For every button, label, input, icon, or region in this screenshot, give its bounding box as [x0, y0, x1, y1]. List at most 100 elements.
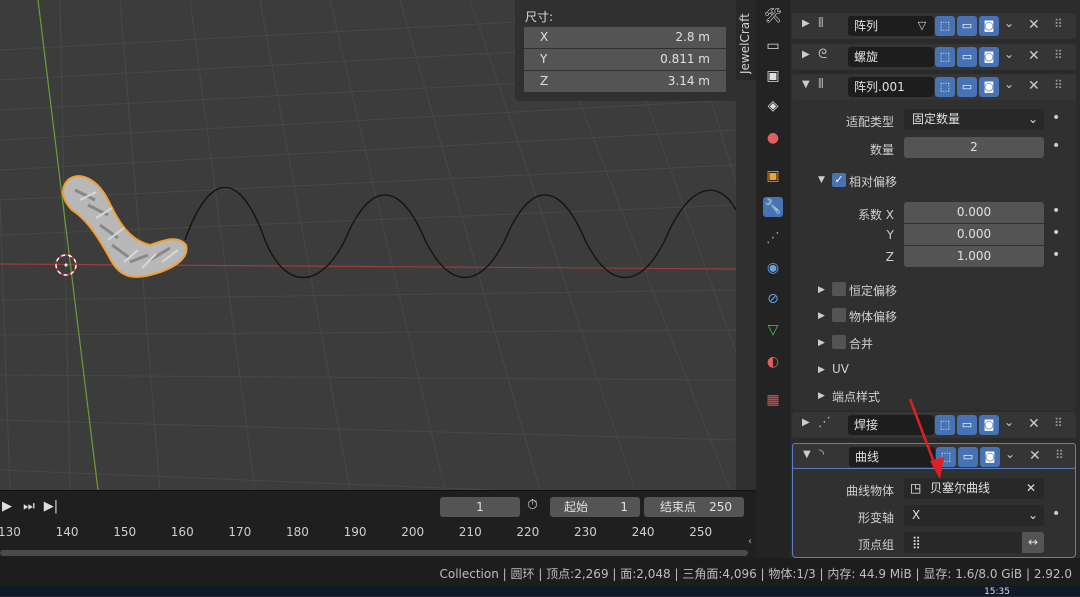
tool-icon[interactable]: 🛠 — [763, 6, 783, 26]
modifier-name-field[interactable]: 螺旋 — [848, 47, 934, 67]
current-frame-field[interactable]: 1 — [440, 497, 520, 517]
fit-type-label: 适配类型 — [845, 115, 894, 129]
object-offset-checkbox[interactable] — [832, 308, 846, 322]
modifier-name-field[interactable]: 阵列.001 — [848, 77, 934, 97]
render-camera-icon[interactable]: ◙ — [979, 16, 999, 36]
render-icon[interactable]: ▭ — [763, 36, 783, 56]
object-icon[interactable]: ▣ — [763, 166, 783, 186]
merge-checkbox[interactable] — [832, 335, 846, 349]
chevron-down-icon[interactable]: ⌄ — [1004, 47, 1014, 61]
expand-triangle-icon[interactable]: ▶ — [818, 391, 825, 401]
os-taskbar — [0, 586, 1080, 596]
factor-y-field[interactable]: 0.000 — [904, 224, 1044, 245]
view-layer-icon[interactable]: ◈ — [763, 96, 783, 116]
factor-x-field[interactable]: 0.000 — [904, 202, 1044, 223]
material-icon[interactable]: ◐ — [763, 352, 783, 372]
dimension-x-field[interactable]: X 2.8 m — [524, 27, 726, 48]
edit-mode-icon[interactable]: ⬚ — [935, 47, 955, 67]
caps-subpanel-label[interactable]: 端点样式 — [832, 388, 880, 405]
chevron-down-icon[interactable]: ⌄ — [1005, 447, 1015, 461]
vertex-group-field[interactable]: ⣿ — [904, 532, 1022, 553]
dimensions-panel: 尺寸: X 2.8 m Y 0.811 m Z 3.14 m — [515, 0, 736, 101]
expand-triangle-icon[interactable]: ▶ — [818, 338, 825, 348]
expand-triangle-icon[interactable]: ▶ — [818, 285, 825, 295]
end-frame-field[interactable]: 结束点 250 — [644, 497, 744, 517]
expand-triangle-icon[interactable]: ▶ — [802, 18, 810, 29]
timeline-scrollbar[interactable] — [0, 550, 748, 556]
on-cage-icon[interactable]: ▽ — [912, 16, 932, 36]
factor-z-field[interactable]: 1.000 — [904, 246, 1044, 267]
texture-icon[interactable]: ▦ — [763, 390, 783, 410]
expand-triangle-icon[interactable]: ▶ — [818, 365, 825, 375]
timeline[interactable]: ▶ ⏭ ▶| 1 ⏱ 起始 1 结束点 250 130 140 150 160 170 1… — [0, 490, 756, 558]
constant-offset-checkbox[interactable] — [832, 282, 846, 296]
uv-subpanel-label[interactable]: UV — [832, 362, 849, 376]
keyframe-dot-icon[interactable]: • — [1052, 506, 1060, 522]
keyframe-dot-icon[interactable]: • — [1052, 203, 1060, 219]
modifier-array[interactable]: ▶ ⦀ 阵列 ▽ ⬚ ▭ ◙ ⌄ ✕ ⠿ — [792, 13, 1076, 39]
render-camera-icon[interactable]: ◙ — [980, 447, 1000, 467]
stopwatch-icon[interactable]: ⏱ — [527, 497, 538, 513]
merge-label: 合并 — [849, 337, 874, 351]
jump-end-icon[interactable]: ▶| — [40, 497, 62, 517]
close-icon[interactable]: ✕ — [1028, 17, 1040, 33]
relative-offset-checkbox[interactable]: ✓ — [832, 173, 846, 187]
edit-mode-icon[interactable]: ⬚ — [935, 77, 955, 97]
chevron-down-icon[interactable]: ⌄ — [1004, 77, 1014, 91]
render-camera-icon[interactable]: ◙ — [979, 47, 999, 67]
keyframe-dot-icon[interactable]: • — [1052, 110, 1060, 126]
close-icon[interactable]: ✕ — [1029, 448, 1041, 464]
drag-handle-icon[interactable]: ⠿ — [1054, 48, 1063, 62]
scene-icon[interactable]: ● — [763, 128, 783, 148]
keyframe-dot-icon[interactable]: • — [1052, 247, 1060, 263]
constraints-icon[interactable]: ⊘ — [763, 289, 783, 309]
edit-mode-icon[interactable]: ⬚ — [935, 16, 955, 36]
drag-handle-icon[interactable]: ⠿ — [1055, 448, 1064, 462]
output-icon[interactable]: ▣ — [763, 66, 783, 86]
keyframe-dot-icon[interactable]: • — [1052, 225, 1060, 241]
close-icon[interactable]: ✕ — [1028, 416, 1040, 432]
drag-handle-icon[interactable]: ⠿ — [1054, 17, 1063, 31]
drag-handle-icon[interactable]: ⠿ — [1054, 416, 1063, 430]
invert-arrows-icon[interactable]: ↔ — [1022, 532, 1044, 553]
particles-icon[interactable]: ⋰ — [763, 228, 783, 248]
viewport-display-icon[interactable]: ▭ — [958, 447, 978, 467]
keyframe-dot-icon[interactable]: • — [1052, 138, 1060, 154]
collapse-triangle-icon[interactable]: ▼ — [803, 449, 811, 460]
object-offset-label: 物体偏移 — [849, 310, 898, 324]
viewport-display-icon[interactable]: ▭ — [957, 415, 977, 435]
drag-handle-icon[interactable]: ⠿ — [1054, 78, 1063, 92]
modifier-array-001[interactable]: ▼ ⦀ 阵列.001 ⬚ ▭ ◙ ⌄ ✕ ⠿ — [792, 74, 1076, 100]
count-field[interactable]: 2 — [904, 137, 1044, 158]
render-camera-icon[interactable]: ◙ — [979, 77, 999, 97]
weld-modifier-icon: ⋰ — [818, 415, 831, 430]
dimension-y-field[interactable]: Y 0.811 m — [524, 49, 726, 70]
expand-triangle-icon[interactable]: ▶ — [802, 49, 810, 60]
data-icon[interactable]: ▽ — [763, 320, 783, 340]
3d-viewport[interactable]: 尺寸: X 2.8 m Y 0.811 m Z 3.14 m — [0, 0, 736, 490]
modifier-icon[interactable]: 🔧 — [763, 197, 783, 217]
play-icon[interactable]: ▶ — [0, 497, 18, 517]
dimension-z-field[interactable]: Z 3.14 m — [524, 71, 726, 92]
timeline-collapse-icon[interactable]: ‹ — [748, 536, 752, 547]
modifier-screw[interactable]: ▶ ᘓ 螺旋 ⬚ ▭ ◙ ⌄ ✕ ⠿ — [792, 44, 1076, 70]
viewport-display-icon[interactable]: ▭ — [957, 47, 977, 67]
physics-icon[interactable]: ◉ — [763, 258, 783, 278]
expand-triangle-icon[interactable]: ▶ — [818, 311, 825, 321]
render-camera-icon[interactable]: ◙ — [979, 415, 999, 435]
chevron-down-icon[interactable]: ⌄ — [1004, 415, 1014, 429]
clear-icon[interactable]: ✕ — [1026, 478, 1036, 499]
jump-keyframe-icon[interactable]: ⏭ — [18, 497, 40, 517]
expand-triangle-icon[interactable]: ▶ — [802, 417, 810, 428]
start-frame-field[interactable]: 起始 1 — [550, 497, 640, 517]
deform-axis-dropdown[interactable]: X ⌄ — [904, 505, 1044, 526]
viewport-display-icon[interactable]: ▭ — [957, 16, 977, 36]
close-icon[interactable]: ✕ — [1028, 48, 1040, 64]
fit-type-dropdown[interactable]: 固定数量 ⌄ — [904, 109, 1044, 130]
n-panel-tab-jewelcraft[interactable]: JewelCraft — [736, 0, 756, 80]
collapse-triangle-icon[interactable]: ▼ — [802, 79, 810, 90]
chevron-down-icon[interactable]: ⌄ — [1004, 16, 1014, 30]
viewport-display-icon[interactable]: ▭ — [957, 77, 977, 97]
collapse-triangle-icon[interactable]: ▼ — [818, 175, 825, 185]
close-icon[interactable]: ✕ — [1028, 78, 1040, 94]
